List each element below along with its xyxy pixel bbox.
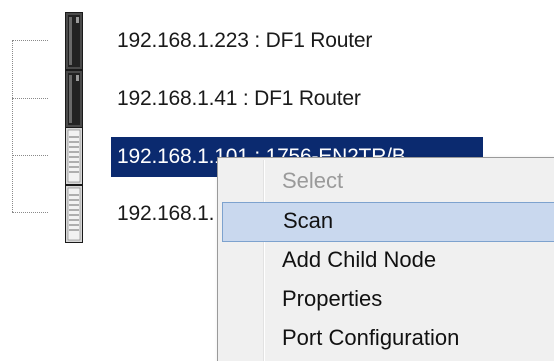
tree-connector-branch	[12, 40, 48, 41]
menu-item-scan[interactable]: Scan	[222, 202, 554, 242]
menu-item-select: Select	[282, 168, 344, 193]
tree-connector-branch	[12, 212, 48, 213]
menu-item-add-child-node[interactable]: Add Child Node	[222, 241, 554, 279]
tree-connector-branch	[12, 98, 48, 99]
plc-module-light-icon	[65, 127, 83, 185]
tree-node-label[interactable]: 192.168.1.41 : DF1 Router	[111, 79, 367, 119]
tree-node-label[interactable]: 192.168.1.223 : DF1 Router	[111, 21, 378, 61]
menu-item-port-configuration[interactable]: Port Configuration	[222, 319, 554, 357]
menu-item-properties[interactable]: Properties	[222, 280, 554, 318]
tree-node-label[interactable]: 192.168.1.	[111, 194, 220, 234]
context-menu: Select Scan Add Child Node Properties Po…	[217, 157, 554, 361]
plc-module-light-icon	[65, 185, 83, 243]
plc-module-dark-icon	[65, 70, 83, 128]
tree-connector-branch	[12, 155, 48, 156]
network-tree-panel: 192.168.1.223 : DF1 Router 192.168.1.41 …	[0, 0, 554, 361]
tree-connector-vertical	[12, 40, 13, 212]
plc-module-dark-icon	[65, 12, 83, 70]
